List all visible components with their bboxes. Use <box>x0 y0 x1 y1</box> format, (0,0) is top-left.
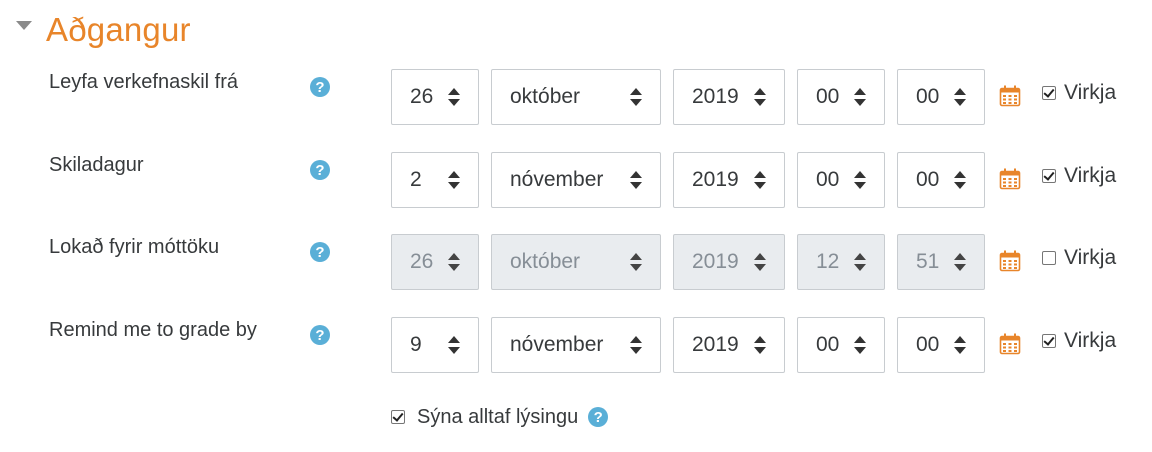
year-select[interactable]: 2019 <box>673 234 785 290</box>
hour-select[interactable]: 00 <box>797 69 885 125</box>
calendar-icon[interactable] <box>999 85 1021 107</box>
row-label: Lokað fyrir móttöku <box>49 236 220 258</box>
day-select[interactable]: 26 <box>391 234 479 290</box>
month-select[interactable]: nóvember <box>491 317 661 373</box>
date-row-cut-off-date: Lokað fyrir móttöku ? 26 október 2019 12… <box>0 234 1152 292</box>
enable-checkbox[interactable] <box>1042 86 1056 100</box>
sort-icon <box>954 171 966 189</box>
question-circle-icon[interactable]: ? <box>310 77 330 97</box>
sort-icon <box>854 336 866 354</box>
minute-select[interactable]: 00 <box>897 69 985 125</box>
year-select[interactable]: 2019 <box>673 69 785 125</box>
access-section: Aðgangur Leyfa verkefnaskil frá ? 26 okt… <box>0 0 1152 452</box>
sort-icon <box>954 336 966 354</box>
minute-select[interactable]: 51 <box>897 234 985 290</box>
sort-icon <box>754 171 766 189</box>
sort-icon <box>754 253 766 271</box>
row-label: Remind me to grade by <box>49 319 257 341</box>
question-circle-icon[interactable]: ? <box>310 160 330 180</box>
enable-checkbox[interactable] <box>1042 169 1056 183</box>
month-select[interactable]: október <box>491 234 661 290</box>
sort-icon <box>448 171 460 189</box>
year-select[interactable]: 2019 <box>673 152 785 208</box>
row-label: Leyfa verkefnaskil frá <box>49 71 238 93</box>
hour-select[interactable]: 00 <box>797 317 885 373</box>
section-title: Aðgangur <box>46 11 191 48</box>
caret-down-icon[interactable] <box>16 20 32 30</box>
always-show-description-option: Sýna alltaf lýsingu ? <box>391 404 609 430</box>
sort-icon <box>630 253 642 271</box>
question-circle-icon[interactable]: ? <box>310 325 330 345</box>
minute-select[interactable]: 00 <box>897 152 985 208</box>
enable-label: Virkja <box>1064 329 1117 352</box>
sort-icon <box>854 88 866 106</box>
sort-icon <box>954 253 966 271</box>
date-row-allow-submissions-from: Leyfa verkefnaskil frá ? 26 október 2019… <box>0 69 1152 127</box>
month-select[interactable]: október <box>491 69 661 125</box>
sort-icon <box>754 88 766 106</box>
calendar-icon[interactable] <box>999 333 1021 355</box>
enable-label: Virkja <box>1064 81 1117 104</box>
month-select[interactable]: nóvember <box>491 152 661 208</box>
minute-select[interactable]: 00 <box>897 317 985 373</box>
sort-icon <box>630 336 642 354</box>
sort-icon <box>630 171 642 189</box>
year-select[interactable]: 2019 <box>673 317 785 373</box>
enable-label: Virkja <box>1064 164 1117 187</box>
sort-icon <box>954 88 966 106</box>
section-header[interactable]: Aðgangur <box>16 8 191 52</box>
day-select[interactable]: 26 <box>391 69 479 125</box>
sort-icon <box>630 88 642 106</box>
calendar-icon[interactable] <box>999 250 1021 272</box>
sort-icon <box>448 253 460 271</box>
enable-checkbox[interactable] <box>1042 251 1056 265</box>
always-show-description-label: Sýna alltaf lýsingu <box>417 405 579 428</box>
hour-select[interactable]: 12 <box>797 234 885 290</box>
date-row-due-date: Skiladagur ? 2 nóvember 2019 00 00 Virkj… <box>0 152 1152 210</box>
sort-icon <box>448 88 460 106</box>
day-select[interactable]: 9 <box>391 317 479 373</box>
sort-icon <box>754 336 766 354</box>
always-show-description-checkbox[interactable] <box>391 410 405 424</box>
day-select[interactable]: 2 <box>391 152 479 208</box>
row-label: Skiladagur <box>49 154 144 176</box>
calendar-icon[interactable] <box>999 168 1021 190</box>
hour-select[interactable]: 00 <box>797 152 885 208</box>
sort-icon <box>854 171 866 189</box>
question-circle-icon[interactable]: ? <box>588 407 609 427</box>
enable-label: Virkja <box>1064 246 1117 269</box>
sort-icon <box>448 336 460 354</box>
question-circle-icon[interactable]: ? <box>310 242 330 262</box>
sort-icon <box>854 253 866 271</box>
enable-checkbox[interactable] <box>1042 334 1056 348</box>
date-row-remind-to-grade: Remind me to grade by ? 9 nóvember 2019 … <box>0 317 1152 375</box>
